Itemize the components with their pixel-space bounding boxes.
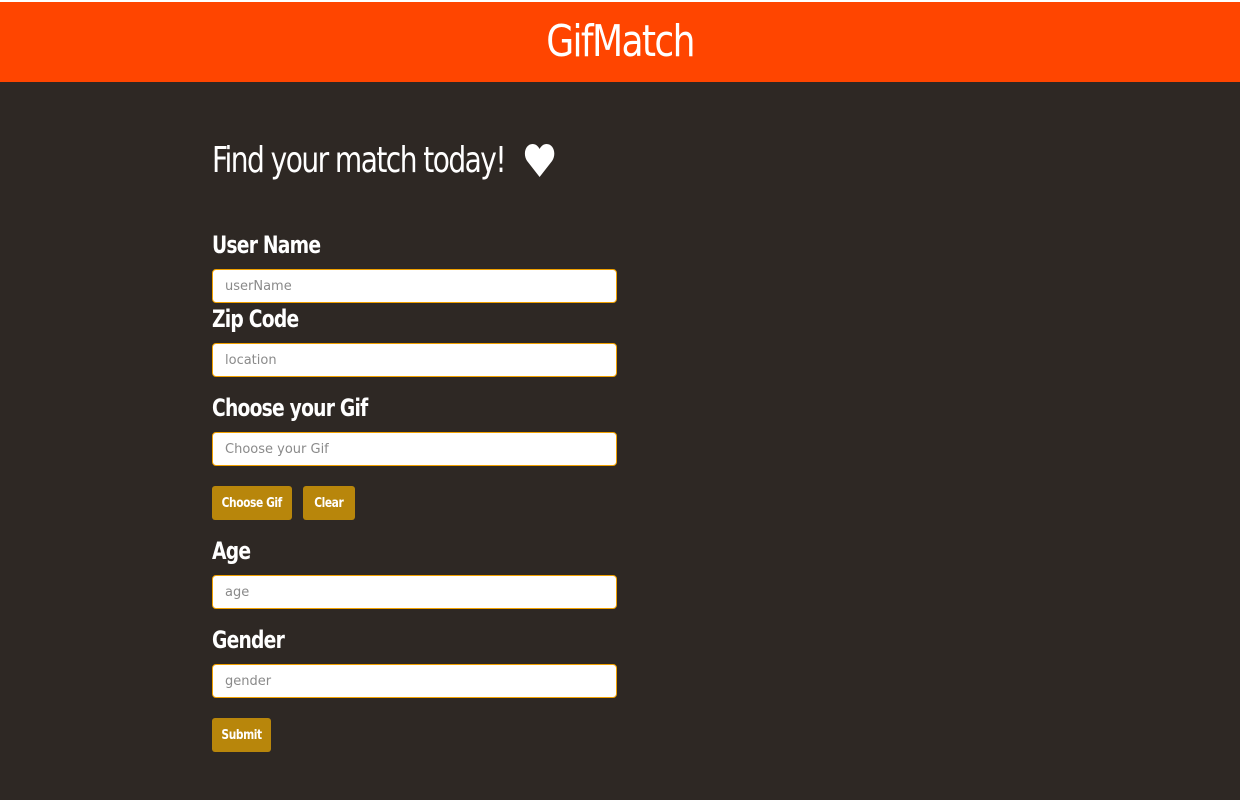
- submit-button-label: Submit: [221, 727, 262, 743]
- app-header: GifMatch: [0, 2, 1240, 82]
- age-input[interactable]: [212, 575, 617, 609]
- submit-button[interactable]: Submit: [212, 718, 271, 752]
- clear-button[interactable]: Clear: [303, 486, 355, 520]
- username-label: User Name: [212, 231, 321, 259]
- heart-icon: [524, 143, 555, 177]
- zip-code-label: Zip Code: [212, 305, 299, 333]
- gif-input[interactable]: [212, 432, 617, 466]
- choose-gif-button-label: Choose Gif: [221, 495, 283, 511]
- gif-label: Choose your Gif: [212, 394, 368, 422]
- zip-code-input[interactable]: [212, 343, 617, 377]
- clear-button-label: Clear: [314, 495, 344, 511]
- app-title: GifMatch: [546, 16, 695, 67]
- page-title: Find your match today!: [212, 140, 555, 181]
- age-label: Age: [212, 537, 251, 565]
- gender-label: Gender: [212, 626, 285, 654]
- gender-input[interactable]: [212, 664, 617, 698]
- choose-gif-button[interactable]: Choose Gif: [212, 486, 292, 520]
- page-title-text: Find your match today!: [212, 140, 507, 181]
- username-input[interactable]: [212, 269, 617, 303]
